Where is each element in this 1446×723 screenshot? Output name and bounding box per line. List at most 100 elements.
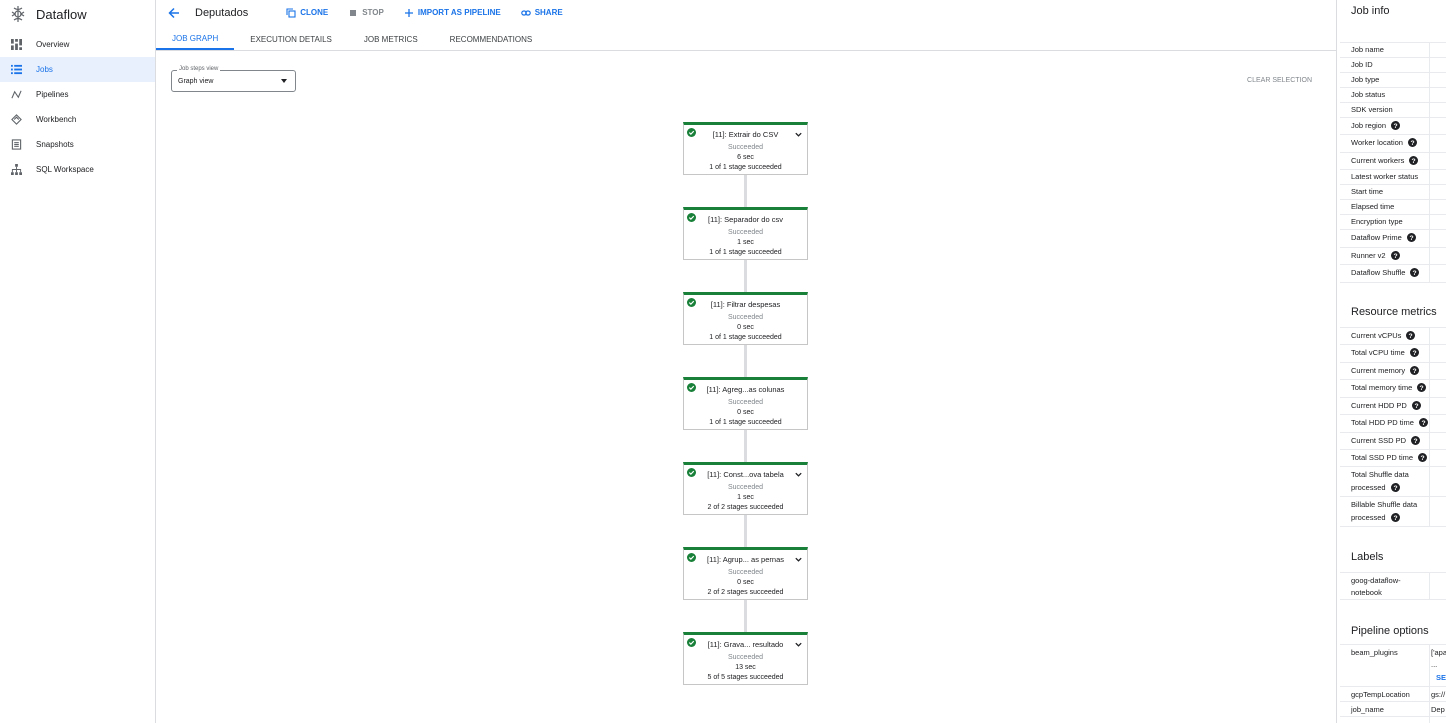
sidebar-item-jobs[interactable]: Jobs — [0, 57, 155, 82]
help-icon[interactable]: ? — [1418, 418, 1428, 427]
graph-node-agreg-as-colunas[interactable]: [11]: Agreg...as colunas Succeeded 0 sec… — [683, 377, 808, 430]
clone-button[interactable]: CLONE — [286, 7, 328, 18]
job-info-row: SDK version — [1351, 105, 1446, 114]
tab-job-metrics[interactable]: JOB METRICS — [348, 28, 434, 50]
svg-text:?: ? — [1412, 158, 1416, 165]
resource-metric-row: Billable Shuffle data — [1351, 500, 1446, 509]
graph-node-time: 0 sec — [737, 579, 754, 586]
graph-node-status: Succeeded — [727, 144, 764, 151]
help-icon[interactable]: ? — [1406, 331, 1416, 340]
chevron-down-icon[interactable] — [794, 470, 803, 479]
job-info-row: Dataflow Shuffle? — [1351, 268, 1446, 277]
help-icon[interactable]: ? — [1406, 233, 1416, 242]
help-icon[interactable]: ? — [1390, 513, 1400, 522]
help-icon[interactable]: ? — [1417, 383, 1427, 392]
resource-metric-label: Total Shuffle data — [1351, 470, 1409, 479]
sidebar-item-sql-workspace[interactable]: SQL Workspace — [0, 157, 155, 182]
graph-node-time: 13 sec — [735, 664, 756, 671]
help-icon[interactable]: ? — [1411, 436, 1421, 445]
help-icon[interactable]: ? — [1410, 366, 1420, 375]
resource-metric-label: Total memory time — [1351, 383, 1413, 392]
resource-metric-label: Billable Shuffle data — [1351, 500, 1418, 509]
tab-execution-details[interactable]: EXECUTION DETAILS — [234, 28, 348, 50]
job-steps-view-select[interactable]: Job steps view Graph view — [171, 66, 296, 92]
row-divider — [1340, 87, 1446, 88]
help-icon[interactable]: ? — [1418, 453, 1428, 462]
job-info-label: Dataflow Shuffle — [1351, 268, 1406, 277]
help-icon[interactable]: ? — [1409, 348, 1419, 357]
column-divider — [1429, 327, 1430, 526]
job-title: Deputados — [195, 6, 249, 19]
help-icon[interactable]: ? — [1391, 121, 1401, 130]
graph-node-agrup-as-pernas[interactable]: [11]: Agrup... as pernas Succeeded 0 sec… — [683, 547, 808, 600]
pipeline-option-key: beam_plugins — [1351, 648, 1398, 657]
job-info-label: Job name — [1351, 45, 1384, 54]
help-icon[interactable]: ? — [1390, 251, 1400, 260]
svg-text:?: ? — [1421, 455, 1425, 462]
check-circle-icon — [687, 128, 696, 137]
help-icon[interactable]: ? — [1390, 483, 1400, 492]
graph-node-time: 0 sec — [737, 324, 754, 331]
row-divider — [1340, 229, 1446, 230]
graph-node-grava-resultado[interactable]: [11]: Grava... resultado Succeeded 13 se… — [683, 632, 808, 685]
stop-button[interactable]: STOP — [348, 8, 384, 18]
sidebar-item-workbench[interactable]: Workbench — [0, 107, 155, 132]
graph-node-const-ova-tabela[interactable]: [11]: Const...ova tabela Succeeded 1 sec… — [683, 462, 808, 515]
import-as-pipeline-button[interactable]: IMPORT AS PIPELINE — [404, 8, 501, 18]
graph-node-name: [11]: Const...ova tabela — [707, 470, 784, 479]
resource-metric-label: Total vCPU time — [1351, 348, 1405, 357]
brand[interactable]: Dataflow — [0, 0, 155, 28]
job-info-row: Elapsed time — [1351, 202, 1446, 211]
job-info-row: Job ID — [1351, 60, 1446, 69]
share-button[interactable]: SHARE — [520, 8, 563, 18]
help-icon[interactable]: ? — [1410, 268, 1420, 277]
see-more-link[interactable]: SE — [1436, 673, 1446, 682]
tab-job-graph[interactable]: JOB GRAPH — [156, 28, 235, 50]
row-divider — [1340, 264, 1446, 265]
job-info-label: Latest worker status — [1351, 172, 1419, 181]
sidebar-item-snapshots[interactable]: Snapshots — [0, 132, 155, 157]
resource-metric-row: Total HDD PD time? — [1351, 418, 1446, 427]
help-icon[interactable]: ? — [1411, 401, 1421, 410]
chevron-down-icon[interactable] — [794, 640, 803, 649]
stop-icon — [350, 9, 357, 16]
graph-node-status: Succeeded — [727, 314, 764, 321]
tab-recommendations[interactable]: RECOMMENDATIONS — [434, 28, 549, 50]
chevron-down-icon[interactable] — [794, 130, 803, 139]
svg-text:?: ? — [1414, 403, 1418, 410]
svg-text:?: ? — [1421, 420, 1425, 427]
chevron-down-icon[interactable] — [794, 555, 803, 564]
graph-node-separador-do-csv[interactable]: [11]: Separador do csv Succeeded 1 sec 1… — [683, 207, 808, 260]
job-info-row: Job name — [1351, 45, 1446, 54]
svg-text:?: ? — [1413, 368, 1417, 375]
sidebar-item-pipelines[interactable]: Pipelines — [0, 82, 155, 107]
job-info-row: Job status — [1351, 90, 1446, 99]
job-info-label: Current workers — [1351, 156, 1405, 165]
graph-edge — [744, 430, 747, 463]
row-divider — [1340, 701, 1446, 702]
graph-node-name: [11]: Agrup... as pernas — [707, 555, 784, 564]
resource-metric-label: Total HDD PD time — [1351, 418, 1414, 427]
job-graph-area: Job steps view Graph view CLEAR SELECTIO… — [156, 52, 1336, 723]
graph-node-filtrar-despesas[interactable]: [11]: Filtrar despesas Succeeded 0 sec 1… — [683, 292, 808, 345]
job-info-label: Job status — [1351, 90, 1386, 99]
svg-text:?: ? — [1393, 253, 1397, 260]
svg-text:?: ? — [1409, 235, 1413, 242]
graph-node-extrair-do-csv[interactable]: [11]: Extrair do CSV Succeeded 6 sec 1 o… — [683, 122, 808, 175]
help-icon[interactable]: ? — [1409, 156, 1419, 165]
sidebar-item-label: Snapshots — [36, 140, 74, 149]
clear-selection-button[interactable]: CLEAR SELECTION — [1247, 77, 1312, 84]
back-arrow-icon[interactable] — [167, 6, 181, 20]
row-divider — [1340, 102, 1446, 103]
beam-plugins-ellipsis: ... — [1431, 660, 1438, 669]
job-header: Deputados CLONE STOP IMPORT AS PIPELINE … — [156, 0, 1336, 25]
pipeline-option-key: job_name — [1351, 705, 1384, 714]
sidebar-nav: Overview Jobs Pipelines Workbench Snapsh… — [0, 32, 155, 182]
row-divider — [1340, 686, 1446, 687]
sidebar-item-label: Jobs — [36, 65, 53, 74]
help-icon[interactable]: ? — [1407, 138, 1417, 147]
sidebar-item-overview[interactable]: Overview — [0, 32, 155, 57]
graph-node-name: [11]: Agreg...as colunas — [706, 385, 785, 394]
graph-edge — [744, 600, 747, 633]
row-divider — [1340, 599, 1446, 600]
